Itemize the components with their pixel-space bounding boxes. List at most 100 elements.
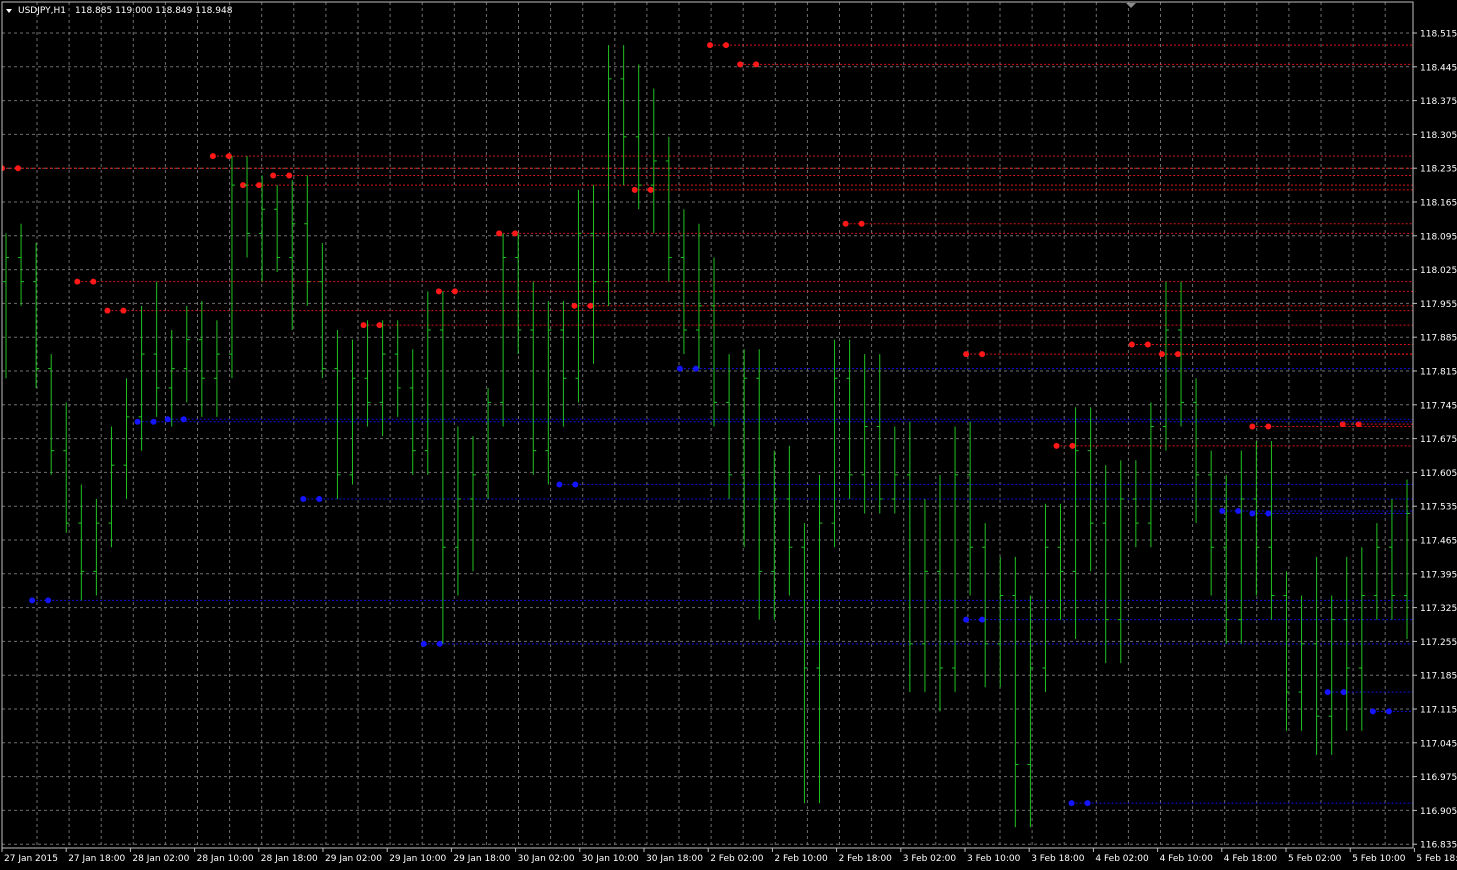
support-dot bbox=[1068, 800, 1075, 807]
y-tick-label: 116.905 bbox=[1420, 807, 1457, 817]
support-dot bbox=[1219, 508, 1226, 515]
x-tick-label: 4 Feb 10:00 bbox=[1160, 854, 1214, 864]
resistance-dot bbox=[647, 186, 654, 193]
resistance-dot bbox=[376, 322, 383, 329]
support-dot bbox=[300, 495, 307, 502]
support-dot bbox=[1340, 689, 1347, 696]
y-tick-label: 117.115 bbox=[1420, 706, 1457, 716]
resistance-dot bbox=[104, 307, 111, 314]
resistance-dot bbox=[737, 61, 744, 68]
support-dot bbox=[963, 616, 970, 623]
resistance-dot bbox=[225, 153, 232, 160]
y-tick-label: 118.515 bbox=[1420, 30, 1457, 40]
symbol-title: USDJPY,H1 bbox=[18, 6, 66, 16]
y-tick-label: 118.375 bbox=[1420, 97, 1457, 107]
x-tick-label: 30 Jan 02:00 bbox=[518, 854, 575, 864]
x-tick-label: 28 Jan 10:00 bbox=[197, 854, 254, 864]
chart-background bbox=[0, 0, 1457, 866]
resistance-dot bbox=[753, 61, 760, 68]
resistance-dot bbox=[858, 220, 865, 227]
support-dot bbox=[1265, 510, 1272, 517]
resistance-dot bbox=[723, 42, 730, 49]
resistance-dot bbox=[979, 351, 986, 358]
y-tick-label: 118.445 bbox=[1420, 63, 1457, 73]
support-dot bbox=[316, 495, 323, 502]
x-tick-label: 3 Feb 02:00 bbox=[903, 854, 957, 864]
x-tick-label: 3 Feb 18:00 bbox=[1031, 854, 1085, 864]
support-dot bbox=[556, 481, 563, 488]
y-tick-label: 116.975 bbox=[1420, 773, 1457, 783]
x-tick-label: 29 Jan 18:00 bbox=[453, 854, 510, 864]
resistance-dot bbox=[1265, 423, 1272, 430]
y-tick-label: 118.305 bbox=[1420, 131, 1457, 141]
resistance-dot bbox=[1174, 351, 1181, 358]
resistance-dot bbox=[120, 307, 127, 314]
resistance-dot bbox=[360, 322, 367, 329]
support-dot bbox=[134, 418, 141, 425]
y-tick-label: 117.605 bbox=[1420, 469, 1457, 479]
y-tick-label: 117.325 bbox=[1420, 604, 1457, 614]
support-dot bbox=[436, 640, 443, 647]
support-dot bbox=[1249, 510, 1256, 517]
x-tick-label: 2 Feb 18:00 bbox=[839, 854, 893, 864]
ohlc-label: 118.885 119.000 118.849 118.948 bbox=[75, 6, 233, 16]
y-tick-label: 117.815 bbox=[1420, 368, 1457, 378]
y-tick-label: 117.395 bbox=[1420, 570, 1457, 580]
support-dot bbox=[29, 597, 36, 604]
resistance-dot bbox=[1144, 341, 1151, 348]
resistance-dot bbox=[451, 288, 458, 295]
y-tick-label: 117.885 bbox=[1420, 334, 1457, 344]
x-tick-label: 29 Jan 10:00 bbox=[389, 854, 446, 864]
y-tick-label: 116.835 bbox=[1420, 841, 1457, 851]
support-dot bbox=[1369, 708, 1376, 715]
resistance-dot bbox=[571, 302, 578, 309]
resistance-dot bbox=[707, 42, 714, 49]
support-dot bbox=[180, 416, 187, 423]
support-dot bbox=[676, 365, 683, 372]
resistance-dot bbox=[587, 302, 594, 309]
y-tick-label: 118.025 bbox=[1420, 266, 1457, 276]
resistance-dot bbox=[256, 182, 263, 189]
y-tick-label: 117.535 bbox=[1420, 503, 1457, 513]
y-tick-label: 118.235 bbox=[1420, 165, 1457, 175]
support-dot bbox=[1324, 689, 1331, 696]
price-chart[interactable]: 118.515 118.445 118.375 118.305 118.235 118.1… bbox=[0, 0, 1457, 866]
support-dot bbox=[420, 640, 427, 647]
resistance-dot bbox=[15, 165, 21, 172]
x-tick-label: 28 Jan 02:00 bbox=[132, 854, 189, 864]
x-tick-label: 28 Jan 18:00 bbox=[261, 854, 318, 864]
y-tick-label: 118.095 bbox=[1420, 232, 1457, 242]
resistance-dot bbox=[435, 288, 442, 295]
resistance-dot bbox=[631, 186, 638, 193]
support-dot bbox=[1385, 708, 1392, 715]
support-dot bbox=[692, 365, 699, 372]
y-tick-label: 117.745 bbox=[1420, 401, 1457, 411]
x-tick-label: 4 Feb 02:00 bbox=[1095, 854, 1149, 864]
y-tick-label: 117.045 bbox=[1420, 739, 1457, 749]
resistance-dot bbox=[512, 230, 519, 237]
x-tick-label: 27 Jan 2015 bbox=[4, 854, 58, 864]
resistance-dot bbox=[842, 220, 849, 227]
resistance-dot bbox=[1128, 341, 1135, 348]
x-tick-label: 30 Jan 10:00 bbox=[582, 854, 639, 864]
x-tick-label: 2 Feb 02:00 bbox=[710, 854, 764, 864]
resistance-dot bbox=[270, 172, 277, 179]
support-dot bbox=[572, 481, 579, 488]
support-dot bbox=[45, 597, 52, 604]
resistance-dot bbox=[496, 230, 503, 237]
x-tick-label: 30 Jan 18:00 bbox=[646, 854, 703, 864]
support-dot bbox=[1235, 508, 1242, 515]
x-tick-label: 5 Feb 18:00 bbox=[1416, 854, 1457, 864]
resistance-dot bbox=[286, 172, 293, 179]
x-tick-label: 5 Feb 10:00 bbox=[1352, 854, 1406, 864]
x-tick-label: 29 Jan 02:00 bbox=[325, 854, 382, 864]
x-tick-label: 3 Feb 10:00 bbox=[967, 854, 1021, 864]
resistance-dot bbox=[1249, 423, 1256, 430]
y-tick-label: 118.165 bbox=[1420, 199, 1457, 209]
resistance-dot bbox=[90, 278, 97, 285]
x-tick-label: 27 Jan 18:00 bbox=[68, 854, 125, 864]
y-tick-label: 117.185 bbox=[1420, 672, 1457, 682]
y-tick-label: 117.465 bbox=[1420, 537, 1457, 547]
support-dot bbox=[150, 418, 157, 425]
resistance-dot bbox=[74, 278, 81, 285]
